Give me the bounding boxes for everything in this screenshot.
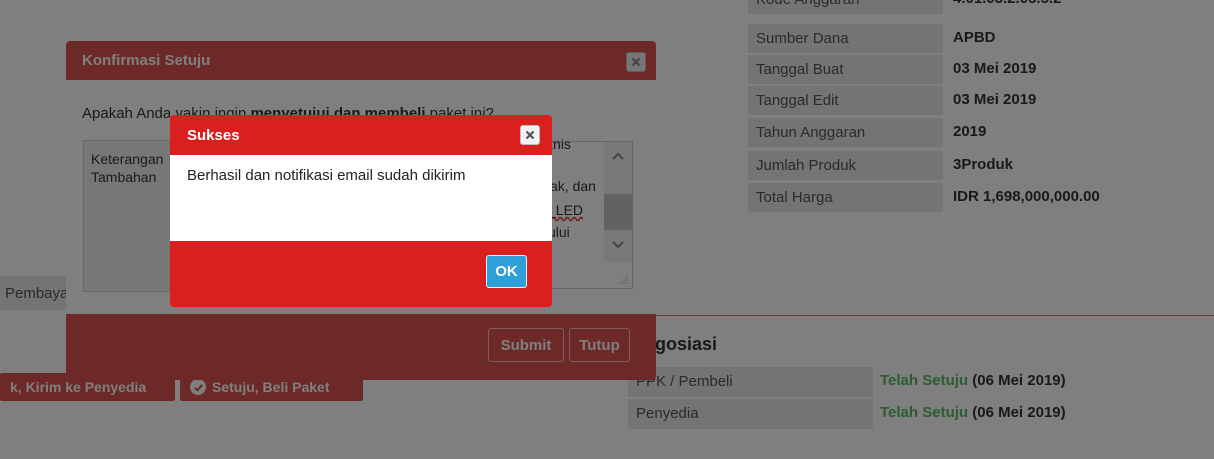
modal-footer: OK [170,241,552,307]
sukses-modal: Sukses Berhasil dan notifikasi email sud… [170,115,552,307]
modal-title: Sukses [187,127,240,144]
close-button[interactable] [520,125,540,145]
modal-header: Sukses [170,115,552,155]
ok-button[interactable]: OK [486,255,527,288]
success-message: Berhasil dan notifikasi email sudah diki… [187,167,466,184]
close-icon [525,130,535,140]
